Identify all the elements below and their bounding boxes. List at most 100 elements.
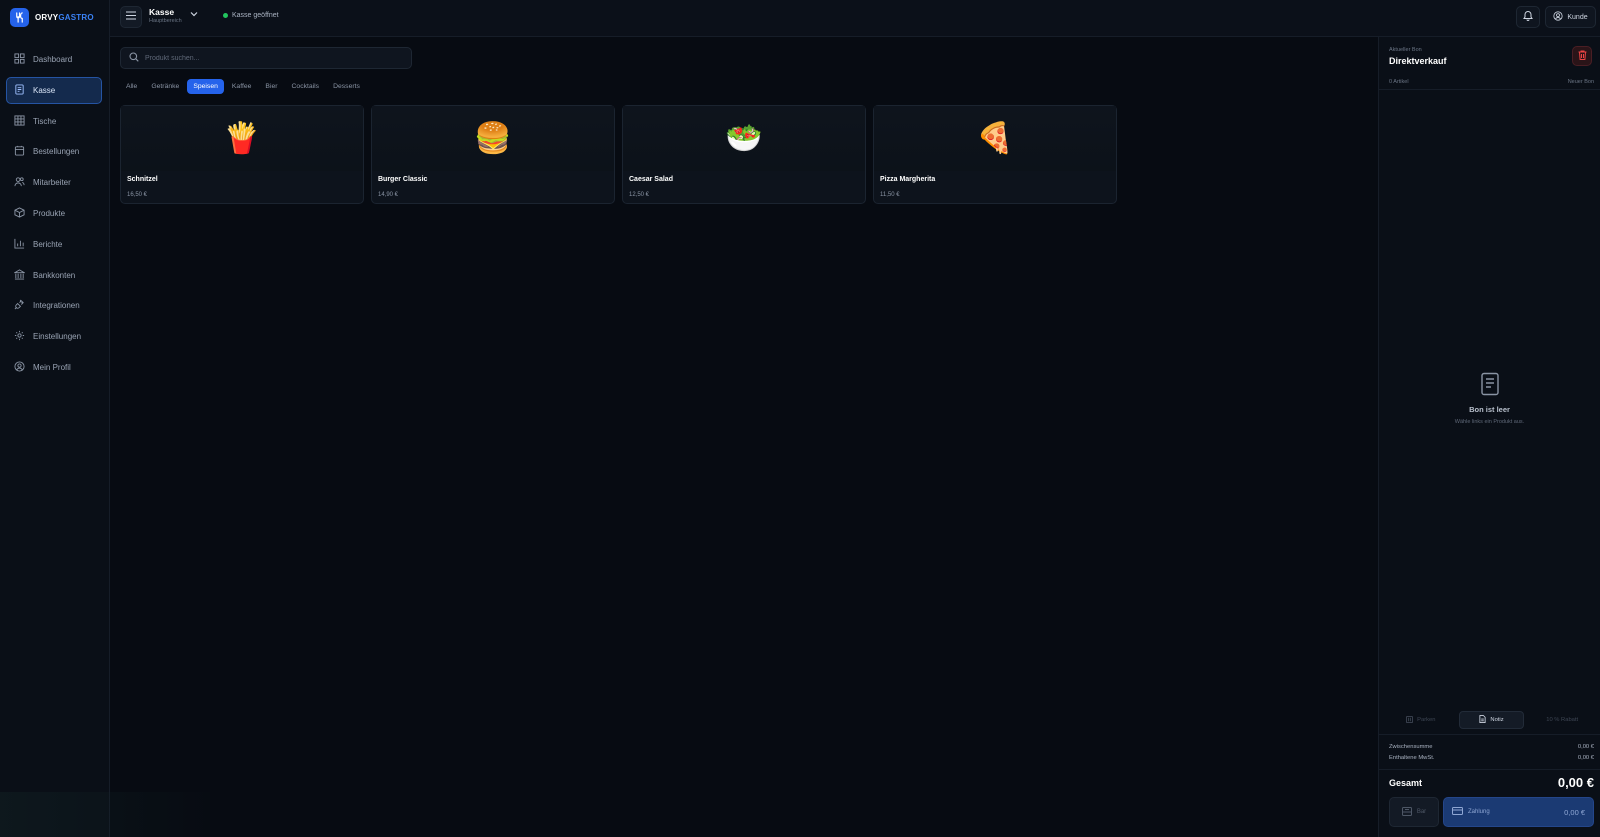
- product-card[interactable]: 🍟 Schnitzel 16,50 €: [120, 105, 364, 204]
- product-price: 12,50 €: [629, 192, 650, 198]
- sidebar-nav: Dashboard Kasse Tische Bestellungen Mita…: [6, 46, 102, 385]
- box-icon: [14, 207, 25, 220]
- divider: [1379, 89, 1600, 90]
- divider: [1379, 734, 1600, 735]
- gear-icon: [14, 330, 25, 343]
- bank-icon: [13, 268, 26, 282]
- tab-getraenke[interactable]: Getränke: [145, 79, 185, 94]
- credit-card-icon: [1452, 807, 1463, 817]
- sidebar-item-produkte[interactable]: Produkte: [6, 200, 102, 227]
- sidebar-item-label: Integrationen: [33, 301, 80, 311]
- brand-name: ORVYGASTRO: [35, 12, 94, 22]
- tab-alle[interactable]: Alle: [120, 79, 143, 94]
- product-price: 14,90 €: [378, 192, 399, 198]
- orders-icon: [14, 145, 25, 158]
- product-price: 16,50 €: [127, 192, 148, 198]
- tab-kaffee[interactable]: Kaffee: [226, 79, 258, 94]
- product-card[interactable]: 🥗 Caesar Salad 12,50 €: [622, 105, 866, 204]
- user-circle-icon: [1553, 11, 1563, 23]
- status-text: Kasse geöffnet: [232, 12, 279, 19]
- sidebar-item-mein-profil[interactable]: Mein Profil: [6, 354, 102, 381]
- sidebar-item-tische[interactable]: Tische: [6, 108, 102, 135]
- utensils-icon: [10, 7, 29, 27]
- subtotal-row: Zwischensumme 0,00 €: [1389, 744, 1594, 750]
- sidebar-item-dashboard[interactable]: Dashboard: [6, 46, 102, 73]
- customer-button[interactable]: Kunde: [1545, 6, 1596, 28]
- product-card[interactable]: 🍔 Burger Classic 14,90 €: [371, 105, 615, 204]
- vat-row: Enthaltene MwSt. 0,00 €: [1389, 755, 1594, 761]
- sidebar-item-label: Mitarbeiter: [33, 178, 71, 188]
- receipt-title: Direktverkauf: [1389, 56, 1447, 66]
- note-label: Notiz: [1490, 717, 1504, 723]
- sidebar-item-label: Bankkonten: [33, 270, 76, 280]
- salad-icon: 🥗: [623, 106, 865, 171]
- tab-speisen[interactable]: Speisen: [187, 79, 224, 94]
- dashboard-icon: [14, 53, 25, 66]
- subtotal-value: 0,00 €: [1577, 744, 1594, 750]
- note-icon: [1479, 715, 1486, 725]
- trash-icon: [1578, 47, 1587, 65]
- receipt-icon: [1480, 372, 1500, 400]
- cash-button[interactable]: Bar: [1389, 797, 1439, 827]
- profile-icon: [14, 361, 25, 374]
- park-label: Parken: [1417, 717, 1436, 723]
- product-name: Schnitzel: [127, 176, 158, 183]
- tab-cocktails[interactable]: Cocktails: [286, 79, 326, 94]
- table-grid-icon: [14, 115, 25, 128]
- new-bon-link[interactable]: Neuer Bon: [1568, 79, 1594, 85]
- discount-label: 10 % Rabatt: [1546, 717, 1579, 723]
- menu-button[interactable]: [120, 6, 142, 28]
- park-button[interactable]: Parken: [1389, 711, 1453, 729]
- sidebar-item-label: Produkte: [33, 208, 66, 218]
- subtotal-label: Zwischensumme: [1389, 744, 1433, 750]
- tab-desserts[interactable]: Desserts: [327, 79, 366, 94]
- total-label: Gesamt: [1389, 777, 1423, 788]
- search-icon: [129, 49, 139, 67]
- payment-amount: 0,00 €: [1564, 807, 1585, 817]
- sidebar-item-kasse[interactable]: Kasse: [6, 76, 102, 104]
- total-row: Gesamt 0,00 €: [1389, 775, 1594, 790]
- customer-label: Kunde: [1567, 13, 1588, 21]
- sidebar-item-einstellungen[interactable]: Einstellungen: [6, 323, 102, 350]
- brand-logo[interactable]: ORVYGASTRO: [10, 7, 94, 27]
- fries-icon: 🍟: [121, 106, 363, 171]
- vat-value: 0,00 €: [1577, 755, 1594, 761]
- divider: [1379, 769, 1600, 770]
- item-count: 0 Artikel: [1389, 79, 1409, 85]
- product-name: Caesar Salad: [629, 176, 673, 183]
- clear-receipt-button[interactable]: [1572, 46, 1592, 66]
- receipt-actions: Parken Notiz 10 % Rabatt: [1389, 711, 1594, 729]
- tab-bier[interactable]: Bier: [259, 79, 283, 94]
- location-subtitle: Hauptbereich: [149, 18, 182, 24]
- payment-label: Zahlung: [1468, 809, 1490, 815]
- cash-label: Bar: [1416, 809, 1427, 815]
- receipt-icon: [14, 84, 25, 97]
- sidebar-item-label: Tische: [33, 116, 57, 126]
- product-card[interactable]: 🍕 Pizza Margherita 11,50 €: [873, 105, 1117, 204]
- sidebar-item-label: Berichte: [33, 239, 63, 249]
- sidebar-item-bestellungen[interactable]: Bestellungen: [6, 138, 102, 165]
- location-switcher[interactable]: Kasse Hauptbereich: [149, 7, 182, 24]
- notifications-button[interactable]: [1516, 6, 1540, 28]
- total-value: 0,00 €: [1557, 775, 1594, 790]
- sidebar-item-label: Dashboard: [33, 55, 73, 64]
- search-box[interactable]: [120, 47, 412, 69]
- sidebar-item-berichte[interactable]: Berichte: [6, 231, 102, 258]
- burger-icon: 🍔: [372, 106, 614, 171]
- pizza-icon: 🍕: [874, 106, 1116, 171]
- sidebar-item-integrationen[interactable]: Integrationen: [6, 292, 102, 319]
- chevron-down-icon[interactable]: [190, 10, 198, 19]
- note-button[interactable]: Notiz: [1458, 711, 1525, 729]
- receipt-panel: Aktueller Bon Direktverkauf 0 Artikel Ne…: [1378, 37, 1600, 837]
- hamburger-icon: [126, 11, 136, 23]
- search-input[interactable]: [145, 54, 395, 62]
- sidebar-item-bankkonten[interactable]: Bankkonten: [6, 262, 102, 289]
- sidebar-item-mitarbeiter[interactable]: Mitarbeiter: [6, 169, 102, 196]
- discount-button[interactable]: 10 % Rabatt: [1530, 711, 1594, 729]
- sidebar-item-label: Einstellungen: [33, 332, 82, 342]
- vat-label: Enthaltene MwSt.: [1389, 755, 1435, 761]
- register-status: Kasse geöffnet: [223, 12, 279, 19]
- sidebar-item-label: Mein Profil: [33, 362, 71, 372]
- payment-button[interactable]: Zahlung 0,00 €: [1443, 797, 1594, 827]
- bell-icon: [1523, 8, 1533, 26]
